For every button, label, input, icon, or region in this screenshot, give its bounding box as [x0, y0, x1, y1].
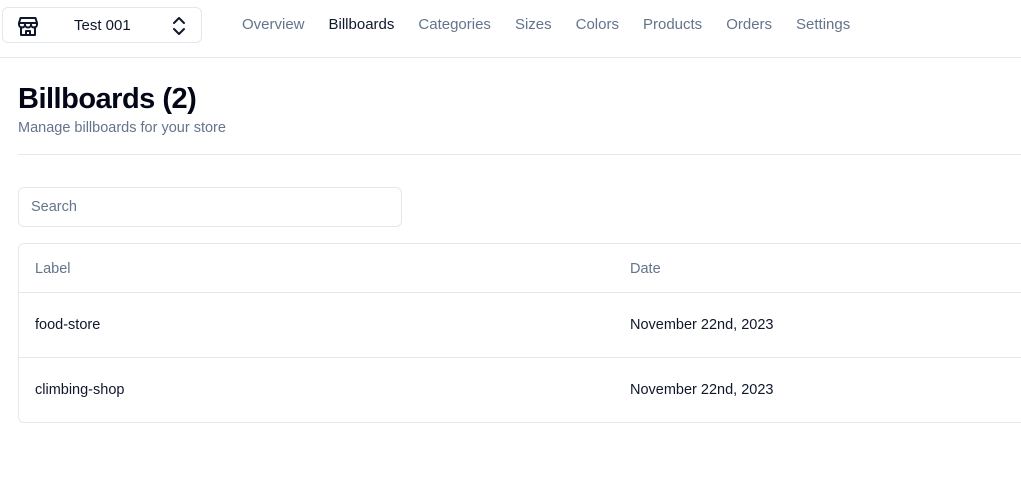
table-row[interactable]: climbing-shop November 22nd, 2023 [19, 358, 1021, 423]
nav-settings[interactable]: Settings [796, 16, 850, 33]
nav-sizes[interactable]: Sizes [515, 16, 552, 33]
page-title: Billboards (2) [18, 83, 197, 115]
row-label: climbing-shop [35, 382, 125, 398]
top-navbar: Test 001 Overview Billboards Categories … [0, 0, 1021, 58]
nav-overview[interactable]: Overview [242, 16, 305, 33]
table-row[interactable]: food-store November 22nd, 2023 [19, 293, 1021, 358]
nav-products[interactable]: Products [643, 16, 702, 33]
billboards-table: Label Date food-store November 22nd, 202… [18, 243, 1021, 423]
nav-billboards[interactable]: Billboards [329, 16, 395, 33]
nav-colors[interactable]: Colors [576, 16, 619, 33]
separator [18, 154, 1021, 155]
table-header-row: Label Date [19, 244, 1021, 293]
column-header-date[interactable]: Date [630, 261, 661, 277]
nav-orders[interactable]: Orders [726, 16, 772, 33]
chevrons-up-down-icon [173, 17, 185, 35]
store-name: Test 001 [74, 17, 131, 34]
row-date: November 22nd, 2023 [630, 382, 774, 398]
column-header-label[interactable]: Label [35, 261, 70, 277]
page-subtitle: Manage billboards for your store [18, 120, 226, 136]
store-switcher[interactable]: Test 001 [2, 7, 202, 43]
row-label: food-store [35, 317, 101, 333]
row-date: November 22nd, 2023 [630, 317, 774, 333]
store-icon [18, 17, 38, 36]
nav-categories[interactable]: Categories [418, 16, 491, 33]
main-nav: Overview Billboards Categories Sizes Col… [242, 16, 850, 33]
search-input[interactable] [18, 187, 402, 227]
